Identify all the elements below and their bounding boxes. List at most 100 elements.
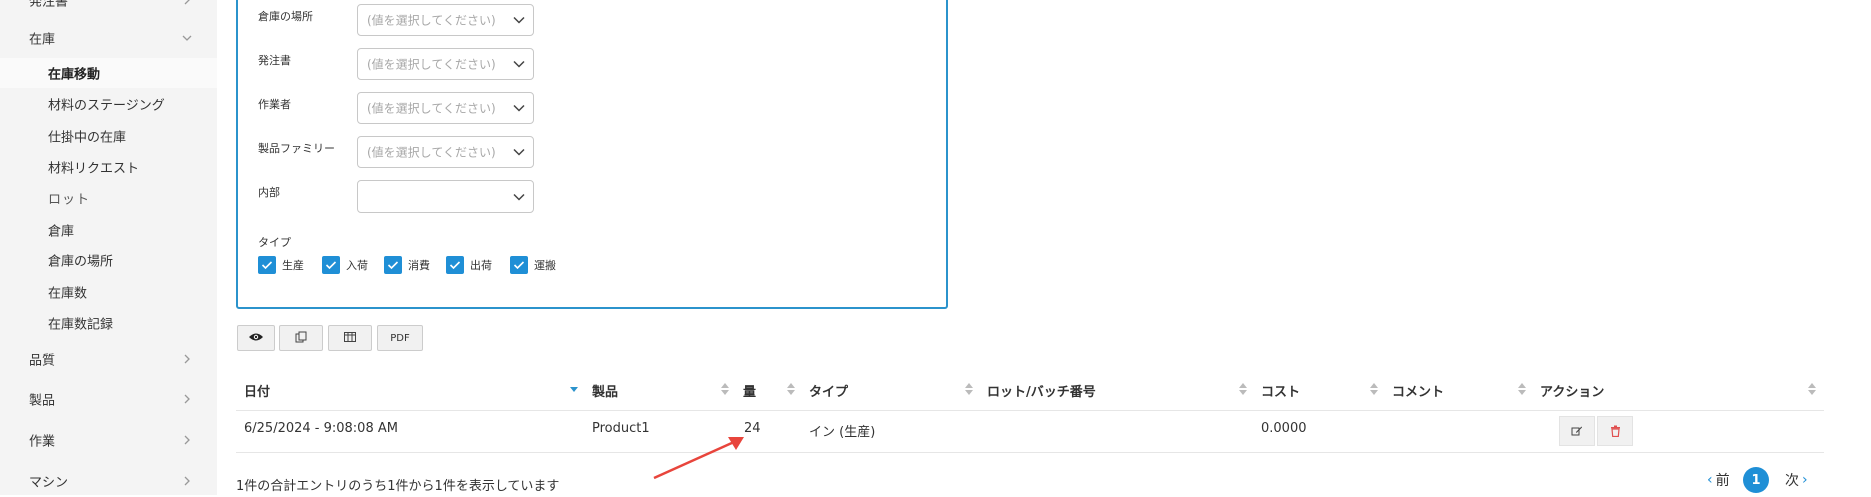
copy-icon: [295, 331, 307, 346]
type-checkbox-transport[interactable]: 運搬: [510, 256, 556, 274]
sidebar-item-label: 作業: [29, 434, 56, 450]
sidebar-item-quality[interactable]: 品質: [0, 343, 217, 375]
chevron-right-icon: [181, 0, 193, 6]
sidebar-subitem-warehouse[interactable]: 倉庫: [0, 215, 217, 245]
chevron-down-icon: [512, 57, 526, 71]
sidebar-item-label: 発注書: [29, 0, 69, 10]
column-header-quantity[interactable]: 量: [743, 378, 756, 402]
checkbox-checked-icon[interactable]: [446, 256, 464, 274]
purchase-order-select[interactable]: (値を選択してください): [357, 48, 534, 80]
sidebar-subitem-lot[interactable]: ロット: [0, 183, 217, 213]
type-checkbox-production[interactable]: 生産: [258, 256, 304, 274]
sort-icon[interactable]: [1370, 382, 1378, 396]
sidebar-subitem-label: 在庫移動: [48, 67, 101, 83]
sidebar-subitem-stock-count[interactable]: 在庫数: [0, 277, 217, 307]
checkbox-checked-icon[interactable]: [510, 256, 528, 274]
chevron-right-icon: [181, 393, 193, 405]
sort-desc-icon[interactable]: [570, 382, 578, 396]
row-divider: [236, 452, 1824, 453]
annotation-arrow: [653, 437, 744, 480]
sidebar-subitem-stock-count-record[interactable]: 在庫数記録: [0, 308, 217, 338]
chevron-right-icon: ›: [1802, 472, 1808, 488]
columns-button[interactable]: [328, 325, 372, 351]
sort-icon[interactable]: [1239, 382, 1247, 396]
sidebar-item-inventory[interactable]: 在庫: [0, 22, 217, 54]
next-label: 次: [1785, 473, 1799, 489]
operator-select[interactable]: (値を選択してください): [357, 92, 534, 124]
sidebar-item-products[interactable]: 製品: [0, 383, 217, 415]
sidebar-subitem-warehouse-location[interactable]: 倉庫の場所: [0, 245, 217, 275]
page-1-button[interactable]: 1: [1743, 467, 1769, 493]
product-family-select[interactable]: (値を選択してください): [357, 136, 534, 168]
sidebar-subitem-label: 材料リクエスト: [48, 161, 140, 177]
sidebar-subitem-material-staging[interactable]: 材料のステージング: [0, 89, 217, 119]
sort-icon[interactable]: [721, 382, 729, 396]
sidebar-item-label: マシン: [29, 475, 69, 491]
sort-icon[interactable]: [1518, 382, 1526, 396]
edit-button[interactable]: [1559, 416, 1595, 446]
sidebar-item-label: 在庫: [29, 32, 56, 48]
sidebar-subitem-label: 倉庫: [48, 224, 75, 240]
checkbox-label: 運搬: [534, 259, 556, 272]
sidebar-item-label: 品質: [29, 353, 56, 369]
prev-page-link[interactable]: ‹ 前: [1707, 470, 1730, 490]
trash-icon: [1610, 422, 1621, 441]
sidebar-subitem-inventory-move[interactable]: 在庫移動: [0, 58, 217, 88]
column-header-cost[interactable]: コスト: [1261, 378, 1300, 402]
columns-icon: [344, 331, 356, 345]
sort-icon[interactable]: [787, 382, 795, 396]
sidebar-item-machines[interactable]: マシン: [0, 465, 217, 497]
sidebar-subitem-label: 材料のステージング: [48, 98, 165, 114]
sidebar-subitem-label: 在庫数記録: [48, 317, 114, 333]
chevron-right-icon: [181, 475, 193, 487]
sidebar-subitem-wip-inventory[interactable]: 仕掛中の在庫: [0, 121, 217, 151]
internal-select[interactable]: [357, 180, 534, 213]
checkbox-label: 生産: [282, 259, 304, 272]
column-header-action[interactable]: アクション: [1540, 378, 1604, 402]
chevron-right-icon: [181, 434, 193, 446]
sidebar-subitem-material-request[interactable]: 材料リクエスト: [0, 152, 217, 182]
column-header-comment[interactable]: コメント: [1392, 378, 1444, 402]
sort-icon[interactable]: [965, 382, 973, 396]
checkbox-checked-icon[interactable]: [322, 256, 340, 274]
product-cell: Product1: [592, 421, 650, 436]
select-placeholder: (値を選択してください): [367, 145, 496, 160]
chevron-down-icon: [512, 190, 526, 204]
chevron-down-icon: [512, 13, 526, 27]
sidebar-item-work[interactable]: 作業: [0, 424, 217, 456]
sidebar: 発注書 在庫 在庫移動 材料のステージング 仕掛中の在庫 材料リクエスト ロット…: [0, 0, 217, 495]
type-cell: イン (生産): [809, 425, 876, 440]
select-placeholder: (値を選択してください): [367, 101, 496, 116]
column-header-type[interactable]: タイプ: [809, 378, 848, 402]
type-checkbox-shipping[interactable]: 出荷: [446, 256, 492, 274]
pdf-button-label: PDF: [390, 332, 410, 344]
copy-button[interactable]: [279, 325, 323, 351]
entries-info: 1件の合計エントリのうち1件から1件を表示しています: [236, 479, 560, 494]
sort-icon[interactable]: [1808, 382, 1816, 396]
column-header-lot[interactable]: ロット/バッチ番号: [987, 378, 1096, 402]
pdf-export-button[interactable]: PDF: [377, 325, 423, 351]
warehouse-location-select[interactable]: (値を選択してください): [357, 4, 534, 36]
checkbox-label: 入荷: [346, 259, 368, 272]
column-header-product[interactable]: 製品: [592, 378, 618, 402]
type-checkbox-consumption[interactable]: 消費: [384, 256, 430, 274]
next-page-link[interactable]: 次 ›: [1785, 470, 1808, 490]
checkbox-label: 消費: [408, 259, 430, 272]
view-button[interactable]: [237, 325, 275, 351]
column-header-date[interactable]: 日付: [244, 378, 270, 402]
sidebar-item-purchase-orders[interactable]: 発注書: [0, 0, 217, 10]
checkbox-label: 出荷: [470, 259, 492, 272]
delete-button[interactable]: [1597, 416, 1633, 446]
filter-label-operator: 作業者: [258, 98, 291, 111]
checkbox-checked-icon[interactable]: [384, 256, 402, 274]
sidebar-subitem-label: 在庫数: [48, 286, 88, 302]
type-checkbox-receiving[interactable]: 入荷: [322, 256, 368, 274]
checkbox-checked-icon[interactable]: [258, 256, 276, 274]
sidebar-item-label: 製品: [29, 393, 56, 409]
filter-label-warehouse-location: 倉庫の場所: [258, 10, 313, 23]
filter-label-product-family: 製品ファミリー: [258, 142, 335, 155]
cost-cell: 0.0000: [1261, 421, 1307, 436]
chevron-left-icon: ‹: [1707, 472, 1713, 488]
eye-icon: [248, 332, 264, 345]
chevron-down-icon: [512, 101, 526, 115]
